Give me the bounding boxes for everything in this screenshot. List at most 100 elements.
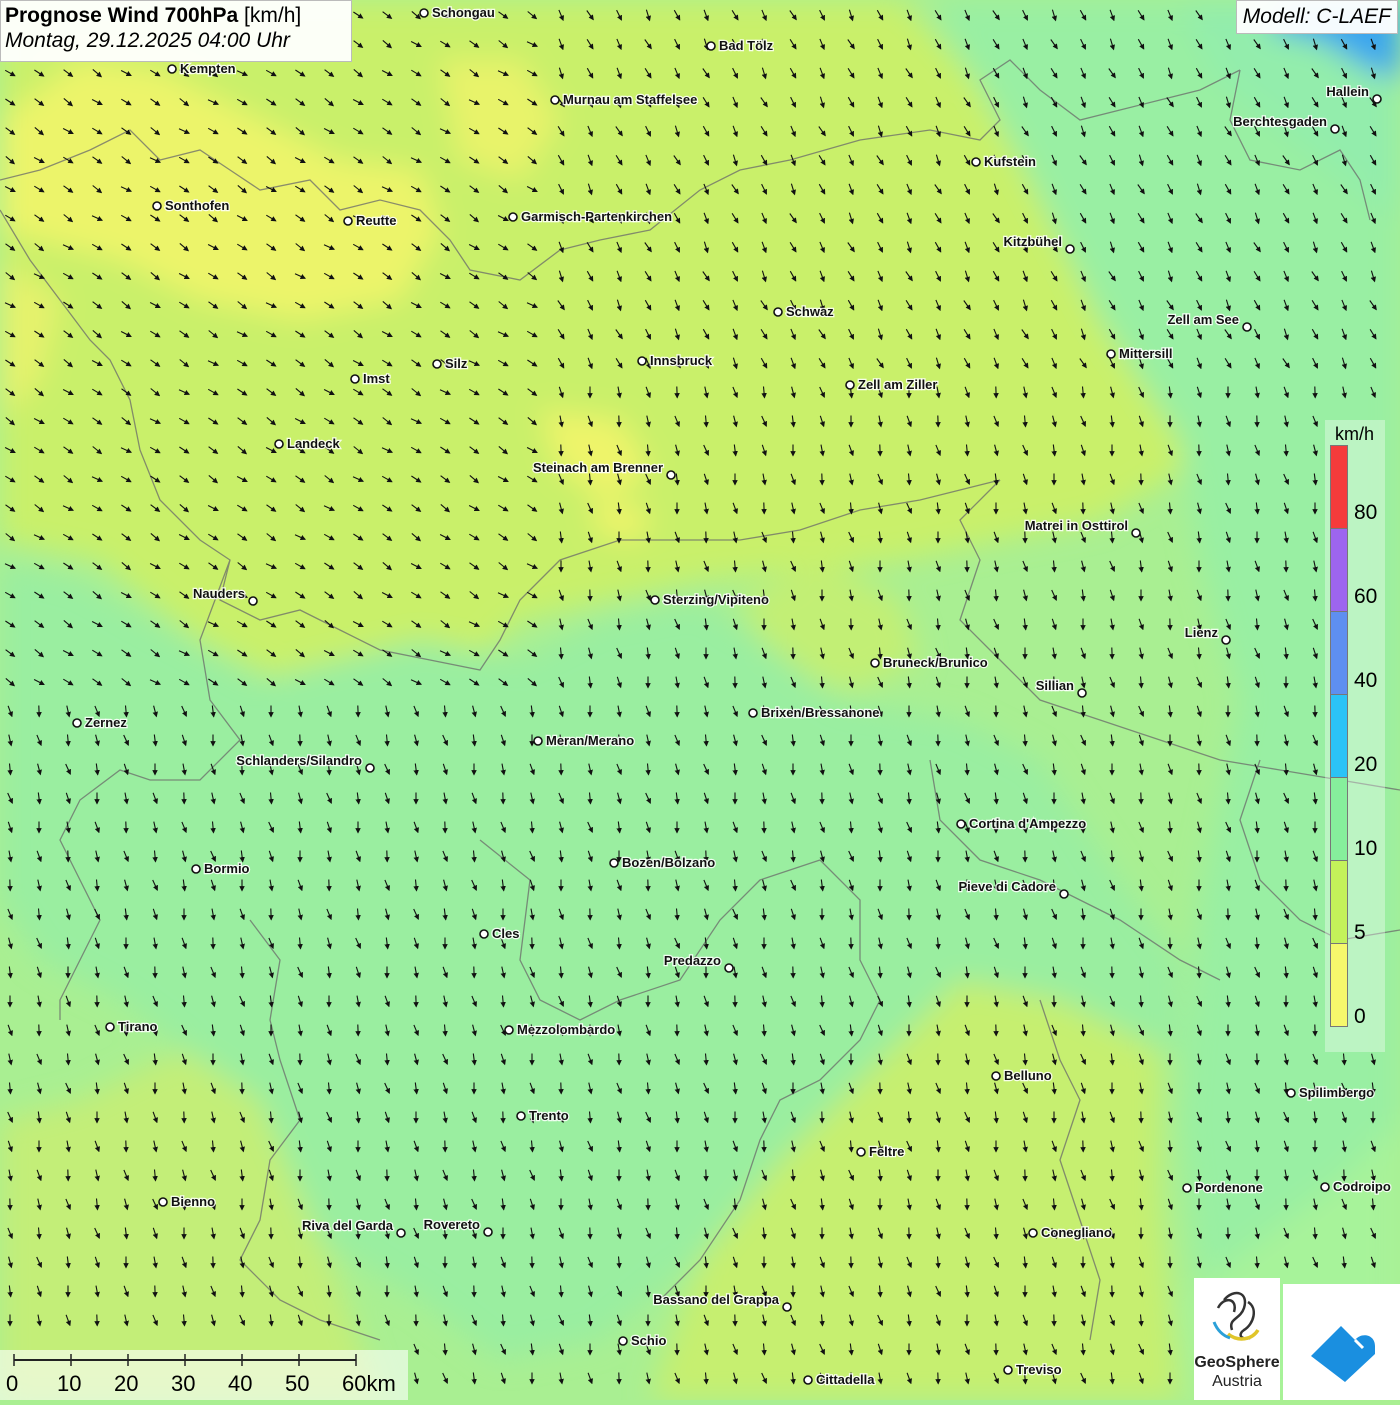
city-name: Schlanders/Silandro [236, 753, 362, 768]
city-name: Conegliano [1041, 1225, 1112, 1240]
legend-swatch [1330, 611, 1348, 695]
city-marker[interactable]: Bozen/Bolzano [610, 855, 715, 870]
city-dot-icon [249, 597, 257, 605]
city-name: Cortina d'Ampezzo [969, 816, 1086, 831]
city-dot-icon [783, 1303, 791, 1311]
city-dot-icon [192, 865, 200, 873]
city-marker[interactable]: Innsbruck [638, 353, 713, 368]
city-dot-icon [1060, 890, 1068, 898]
city-dot-icon [73, 719, 81, 727]
city-dot-icon [1107, 350, 1115, 358]
city-marker[interactable]: Brixen/Bressanone [749, 705, 880, 720]
city-name: Schio [631, 1333, 666, 1348]
legend-label: 80 [1354, 501, 1377, 525]
color-legend: km/h 806040201050 [1325, 420, 1385, 1052]
city-marker[interactable]: Pordenone [1183, 1180, 1263, 1195]
city-dot-icon [1287, 1089, 1295, 1097]
city-dot-icon [1222, 636, 1230, 644]
city-dot-icon [857, 1148, 865, 1156]
city-marker[interactable]: Murnau am Staffelsee [551, 92, 697, 107]
city-marker[interactable]: Bruneck/Brunico [871, 655, 988, 670]
city-name: Pordenone [1195, 1180, 1263, 1195]
city-marker[interactable]: Cortina d'Ampezzo [957, 816, 1086, 831]
city-name: Cles [492, 926, 519, 941]
city-marker[interactable]: Spilimbergo [1287, 1085, 1374, 1100]
city-name: Feltre [869, 1144, 904, 1159]
city-dot-icon [505, 1026, 513, 1034]
city-dot-icon [871, 659, 879, 667]
scale-label: 60km [342, 1371, 396, 1397]
city-name: Sterzing/Vipiteno [663, 592, 769, 607]
legend-swatch [1330, 445, 1348, 529]
city-name: Hallein [1326, 84, 1369, 99]
city-dot-icon [106, 1023, 114, 1031]
city-name: Bad Tölz [719, 38, 774, 53]
city-marker[interactable]: Schongau [420, 5, 495, 20]
legend-swatch [1330, 943, 1348, 1027]
city-dot-icon [1029, 1229, 1037, 1237]
geosphere-logo[interactable]: GeoSphere Austria [1194, 1278, 1280, 1400]
city-marker[interactable]: Meran/Merano [534, 733, 634, 748]
city-name: Sillian [1036, 678, 1074, 693]
city-name: Nauders [193, 586, 245, 601]
city-dot-icon [610, 859, 618, 867]
city-dot-icon [397, 1229, 405, 1237]
city-dot-icon [972, 158, 980, 166]
city-name: Bienno [171, 1194, 215, 1209]
title-unit: [km/h] [244, 4, 301, 27]
legend-label: 20 [1354, 753, 1377, 777]
city-dot-icon [1078, 689, 1086, 697]
city-name: Murnau am Staffelsee [563, 92, 697, 107]
city-name: Pieve di Cadore [958, 879, 1056, 894]
city-name: Garmisch-Partenkirchen [521, 209, 672, 224]
city-name: Imst [363, 371, 390, 386]
city-dot-icon [725, 964, 733, 972]
city-dot-icon [509, 213, 517, 221]
city-dot-icon [804, 1376, 812, 1384]
city-dot-icon [774, 308, 782, 316]
city-dot-icon [749, 709, 757, 717]
city-dot-icon [480, 930, 488, 938]
city-dot-icon [1331, 125, 1339, 133]
scale-label: 40 [228, 1371, 252, 1397]
city-dot-icon [1373, 95, 1381, 103]
city-dot-icon [168, 65, 176, 73]
city-dot-icon [551, 96, 559, 104]
city-name: Kitzbühel [1004, 234, 1063, 249]
city-name: Innsbruck [650, 353, 713, 368]
legend-swatch [1330, 777, 1348, 861]
city-name: Riva del Garda [302, 1218, 394, 1233]
city-marker[interactable]: Sterzing/Vipiteno [651, 592, 769, 607]
legend-bar [1330, 446, 1348, 1027]
city-name: Meran/Merano [546, 733, 634, 748]
scale-label: 20 [114, 1371, 138, 1397]
legend-label: 60 [1354, 585, 1377, 609]
city-dot-icon [275, 440, 283, 448]
city-dot-icon [957, 820, 965, 828]
scale-bar: 0102030405060km [0, 1350, 408, 1400]
city-name: Codroipo [1333, 1179, 1391, 1194]
city-name: Matrei in Osttirol [1025, 518, 1128, 533]
city-dot-icon [517, 1112, 525, 1120]
city-name: Silz [445, 356, 468, 371]
logo-line1: GeoSphere [1194, 1354, 1280, 1372]
legend-swatch [1330, 694, 1348, 778]
city-name: Belluno [1004, 1068, 1052, 1083]
city-marker[interactable]: Mezzolombardo [505, 1022, 615, 1037]
city-marker[interactable]: Garmisch-Partenkirchen [509, 209, 672, 224]
city-marker[interactable]: Zell am Ziller [846, 377, 937, 392]
city-dot-icon [707, 42, 715, 50]
city-dot-icon [1066, 245, 1074, 253]
legend-label: 10 [1354, 837, 1377, 861]
app-logo[interactable] [1283, 1284, 1400, 1400]
city-name: Mezzolombardo [517, 1022, 615, 1037]
city-name: Tirano [118, 1019, 158, 1034]
legend-swatch [1330, 528, 1348, 612]
city-dot-icon [992, 1072, 1000, 1080]
city-marker[interactable]: Conegliano [1029, 1225, 1112, 1240]
wind-map[interactable]: SchongauBad TölzKemptenMurnau am Staffel… [0, 0, 1400, 1400]
city-name: Schongau [432, 5, 495, 20]
city-marker[interactable]: Sonthofen [153, 198, 229, 213]
city-name: Treviso [1016, 1362, 1062, 1377]
map-title: Prognose Wind 700hPa [km/h] [5, 4, 347, 28]
